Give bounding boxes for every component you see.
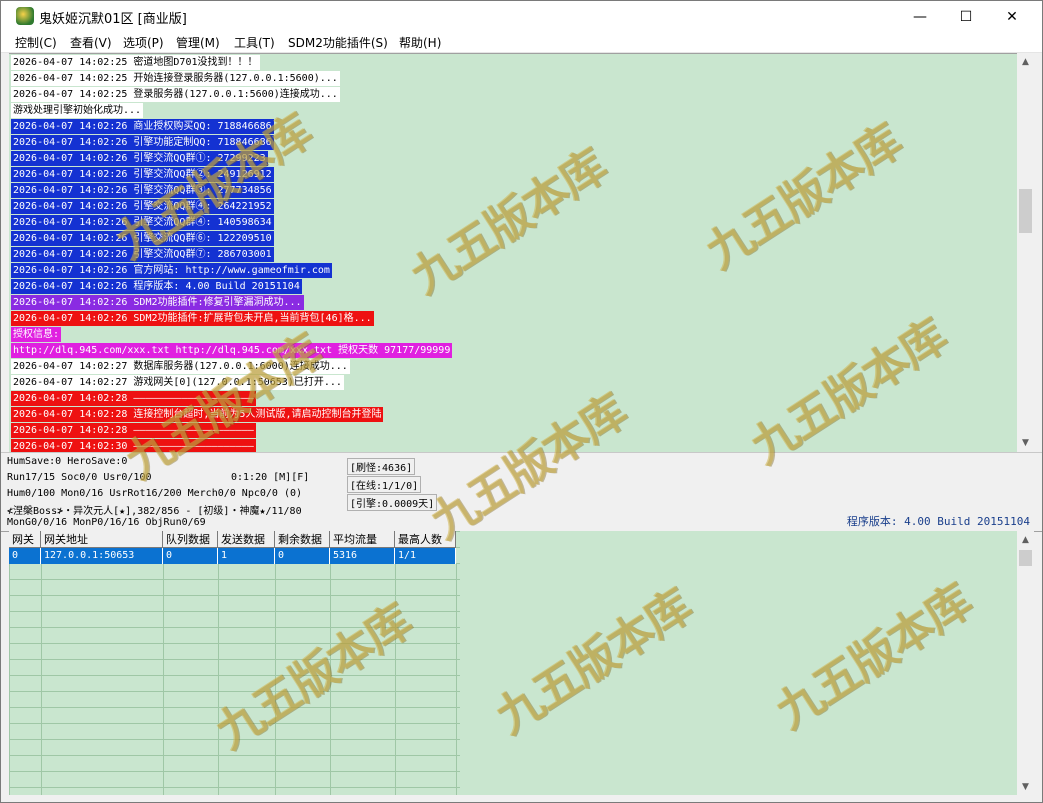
table-cell[interactable]: 0 — [275, 548, 330, 564]
column-divider — [41, 564, 164, 795]
log-line: 2026-04-07 14:02:26 引擎交流QQ群④: 140598634 — [11, 215, 274, 230]
refresh-counter: [刷怪:4636] — [347, 458, 416, 475]
main-window: 鬼妖姬沉默01区 [商业版] — ☐ ✕ 控制(C) 查看(V) 选项(P) 管… — [0, 0, 1043, 803]
column-divider — [9, 564, 42, 795]
log-line: 2026-04-07 14:02:28 ———————————————————— — [11, 391, 256, 406]
gateway-table[interactable]: 网关 网关地址 队列数据 发送数据 剩余数据 平均流量 最高人数 0 127.0.0.1:506… — [9, 531, 460, 795]
log-line: 2026-04-07 14:02:26 引擎交流QQ群①: 27299223 — [11, 151, 268, 166]
scroll-up-icon[interactable]: ▲ — [1017, 53, 1034, 70]
column-divider — [330, 564, 396, 795]
column-header[interactable]: 网关地址 — [41, 531, 163, 548]
log-line: 2026-04-07 14:02:25 登录服务器(127.0.0.1:5600… — [11, 87, 340, 102]
status-run: Run17/15 Soc0/0 Usr0/100 — [7, 472, 152, 483]
log-line: 2026-04-07 14:02:28 连接控制台超时,当前为5人测试版,请启动… — [11, 407, 384, 422]
log-panel[interactable]: 2026-04-07 14:02:25 密道地图D701没找到！！！ 2026-0… — [9, 53, 1017, 452]
gateway-area: 网关 网关地址 队列数据 发送数据 剩余数据 平均流量 最高人数 0 127.0.0.1:506… — [9, 531, 1017, 795]
log-line: 2026-04-07 14:02:26 引擎交流QQ群⑥: 122209510 — [11, 231, 274, 246]
log-line: 2026-04-07 14:02:27 数据库服务器(127.0.0.1:600… — [11, 359, 350, 374]
table-cell[interactable]: 1 — [218, 548, 275, 564]
scroll-thumb[interactable] — [1019, 550, 1032, 566]
log-line: 授权信息: — [11, 327, 62, 342]
log-line: 2026-04-07 14:02:26 引擎交流QQ群②: 249126912 — [11, 167, 274, 182]
log-line: 2026-04-07 14:02:26 SDM2功能插件:扩展背包未开启,当前背… — [11, 311, 374, 326]
column-header[interactable]: 网关 — [9, 531, 41, 548]
column-divider — [395, 564, 457, 795]
table-cell[interactable]: 127.0.0.1:50653 — [41, 548, 163, 564]
status-save: HumSave:0 HeroSave:0 — [7, 456, 128, 467]
close-button[interactable]: ✕ — [989, 1, 1035, 32]
column-header[interactable]: 发送数据 — [218, 531, 275, 548]
log-line: 2026-04-07 14:02:28 ———————————————————— — [11, 423, 256, 438]
scroll-down-icon[interactable]: ▼ — [1017, 778, 1034, 795]
column-header[interactable]: 队列数据 — [163, 531, 218, 548]
menu-view[interactable]: 查看(V) — [70, 34, 112, 51]
menu-sdm2-plugin[interactable]: SDM2功能插件(S) — [288, 34, 388, 51]
log-line: 2026-04-07 14:02:25 开始连接登录服务器(127.0.0.1:… — [11, 71, 340, 86]
engine-days: [引擎:0.0009天] — [347, 494, 438, 511]
log-line: 2026-04-07 14:02:26 引擎功能定制QQ: 718846686 — [11, 135, 274, 150]
log-line: 2026-04-07 14:02:26 引擎交流QQ群④: 264221952 — [11, 199, 274, 214]
status-monster: MonG0/0/16 MonP0/16/16 ObjRun0/69 — [7, 517, 206, 528]
log-line: 2026-04-07 14:02:30 ———————————————————— — [11, 439, 256, 452]
log-line: 游戏处理引擎初始化成功... — [11, 103, 144, 118]
scroll-down-icon[interactable]: ▼ — [1017, 434, 1034, 451]
log-line: 2026-04-07 14:02:26 SDM2功能插件:修复引擎漏洞成功... — [11, 295, 304, 310]
column-header[interactable]: 最高人数 — [395, 531, 456, 548]
log-line: 2026-04-07 14:02:26 引擎交流QQ群⑦: 286703001 — [11, 247, 274, 262]
table-cell[interactable]: 1/1 — [395, 548, 456, 564]
column-header[interactable]: 剩余数据 — [275, 531, 330, 548]
table-cell[interactable]: 0 — [9, 548, 41, 564]
menu-tools[interactable]: 工具(T) — [234, 34, 275, 51]
status-hum: Hum0/100 Mon0/16 UsrRot16/200 Merch0/0 N… — [7, 488, 303, 499]
log-line: http://dlq.945.com/xxx.txt http://dlq.94… — [11, 343, 453, 358]
menu-control[interactable]: 控制(C) — [15, 34, 57, 51]
log-line: 2026-04-07 14:02:26 引擎交流QQ群③: 277734856 — [11, 183, 274, 198]
table-scrollbar[interactable]: ▲ ▼ — [1017, 531, 1034, 795]
program-version: 程序版本: 4.00 Build 20151104 — [846, 515, 1030, 528]
log-line: 2026-04-07 14:02:26 程序版本: 4.00 Build 201… — [11, 279, 302, 294]
window-title: 鬼妖姬沉默01区 [商业版] — [39, 12, 187, 27]
log-scrollbar[interactable]: ▲ ▼ — [1017, 53, 1034, 451]
minimize-button[interactable]: — — [897, 1, 943, 32]
online-counter: [在线:1/1/0] — [347, 476, 422, 493]
table-cell[interactable]: 5316 — [330, 548, 395, 564]
table-cell[interactable]: 0 — [163, 548, 218, 564]
maximize-button[interactable]: ☐ — [943, 1, 989, 32]
menu-help[interactable]: 帮助(H) — [399, 34, 441, 51]
column-divider — [163, 564, 219, 795]
status-boss: ≮涅槃Boss≯・异次元人[★],382/856 - [初级]・神魔★/11/8… — [7, 506, 302, 517]
scroll-thumb[interactable] — [1019, 189, 1032, 233]
menu-manage[interactable]: 管理(M) — [176, 34, 220, 51]
scroll-up-icon[interactable]: ▲ — [1017, 531, 1034, 548]
menu-options[interactable]: 选项(P) — [123, 34, 164, 51]
column-divider — [218, 564, 276, 795]
status-time: 0:1:20 [M][F] — [231, 472, 310, 483]
log-line: 2026-04-07 14:02:26 商业授权购买QQ: 718846686 — [11, 119, 274, 134]
log-line: 2026-04-07 14:02:27 游戏网关[0](127.0.0.1:50… — [11, 375, 344, 390]
column-header[interactable]: 平均流量 — [330, 531, 395, 548]
title-bar[interactable]: 鬼妖姬沉默01区 [商业版] — ☐ ✕ — [1, 1, 1042, 32]
column-divider — [275, 564, 331, 795]
status-panel: HumSave:0 HeroSave:0 Run17/15 Soc0/0 Usr… — [1, 452, 1042, 532]
app-icon — [16, 7, 34, 25]
log-line: 2026-04-07 14:02:26 官方网站: http://www.gam… — [11, 263, 332, 278]
menu-bar: 控制(C) 查看(V) 选项(P) 管理(M) 工具(T) SDM2功能插件(S… — [1, 32, 1042, 53]
log-line: 2026-04-07 14:02:25 密道地图D701没找到！！！ — [11, 55, 260, 70]
